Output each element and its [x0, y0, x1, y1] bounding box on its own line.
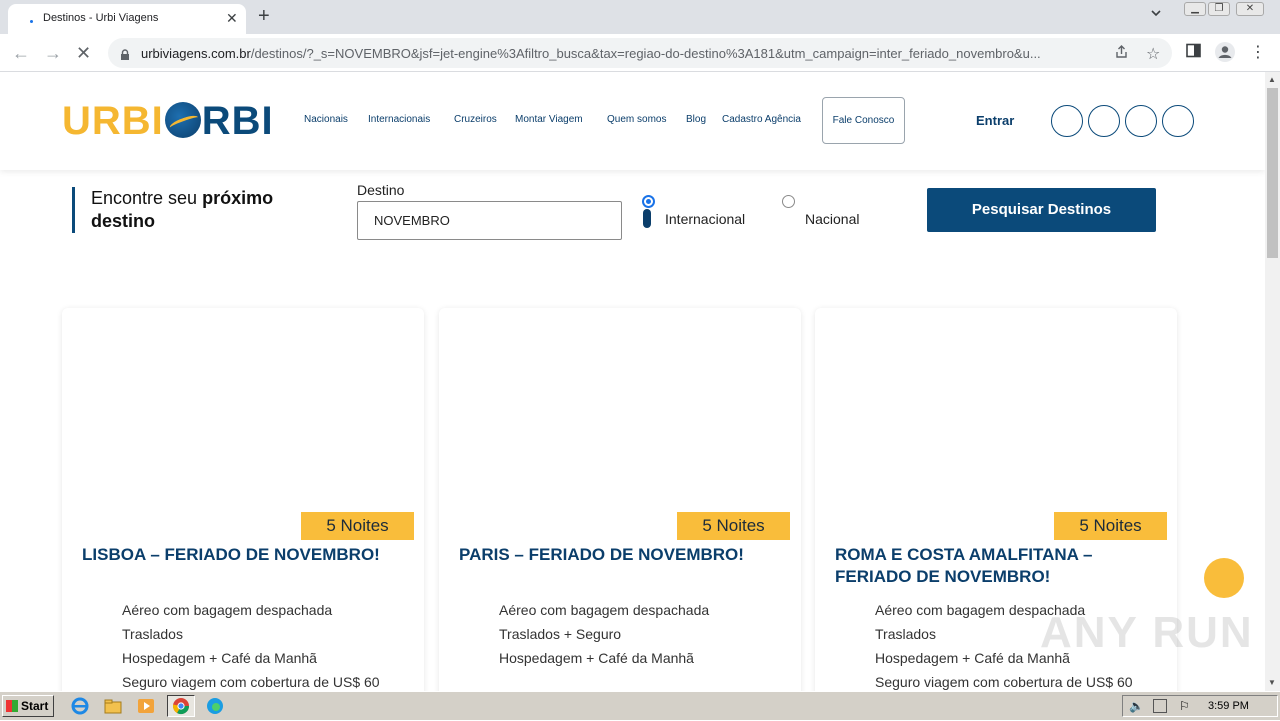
chrome-taskbar-icon[interactable]: [167, 695, 195, 717]
web-page: URBI RBI Nacionais Internacionais Cruzeir…: [0, 72, 1265, 691]
nights-badge: 5 Noites: [1054, 512, 1167, 540]
card-feature: Traslados: [122, 626, 183, 642]
scroll-thumb[interactable]: [1267, 88, 1278, 258]
profile-avatar-icon[interactable]: [1214, 41, 1236, 68]
card-feature: Hospedagem + Café da Manhã: [499, 650, 694, 666]
radio-nacional-label[interactable]: Nacional: [805, 211, 859, 227]
search-heading-prefix: Encontre seu: [91, 188, 203, 208]
start-button[interactable]: Start: [2, 695, 54, 717]
explorer-folder-icon[interactable]: [103, 696, 125, 716]
nav-nacionais[interactable]: Nacionais: [304, 114, 348, 125]
nav-blog[interactable]: Blog: [686, 114, 706, 125]
card-title[interactable]: ROMA E COSTA AMALFITANA – FERIADO DE NOV…: [835, 544, 1165, 588]
card-feature: Traslados + Seguro: [499, 626, 622, 642]
back-icon[interactable]: ←: [12, 43, 30, 63]
scroll-up-icon[interactable]: ▲: [1268, 75, 1276, 84]
lock-icon: [120, 47, 130, 60]
page-scrollbar[interactable]: ▲ ▼: [1265, 72, 1280, 691]
card-feature: Aéreo com bagagem despachada: [122, 602, 333, 618]
nav-cadastro-agencia[interactable]: Cadastro Agência: [722, 114, 801, 125]
browser-toolbar: ← → ✕ urbiviagens.com.br/destinos/?_s=NO…: [0, 34, 1280, 72]
minimize-icon[interactable]: ▁: [1184, 2, 1206, 16]
taskbar-clock: 3:59 PM: [1208, 700, 1249, 712]
side-panel-icon[interactable]: [1186, 43, 1201, 63]
card-feature: Hospedagem + Café da Manhã: [122, 650, 317, 666]
social-icon-1[interactable]: [1051, 105, 1083, 137]
menu-kebab-icon[interactable]: ⋮: [1250, 42, 1266, 62]
destino-input[interactable]: [357, 201, 622, 240]
search-heading: Encontre seu próximo destino: [72, 187, 332, 233]
radio-nacional[interactable]: [782, 195, 795, 208]
card-feature: Aéreo com bagagem despachada: [499, 602, 710, 618]
nav-quem-somos[interactable]: Quem somos: [607, 114, 666, 125]
radio-internacional-label[interactable]: Internacional: [665, 211, 745, 227]
entrar-link[interactable]: Entrar: [976, 113, 1014, 128]
tab-search-chevron-icon[interactable]: [1150, 6, 1162, 24]
bookmark-star-icon[interactable]: ☆: [1146, 44, 1160, 64]
card-feature: Seguro viagem com cobertura de US$ 60: [122, 674, 380, 690]
url-path: /destinos/?_s=NOVEMBRO&jsf=jet-engine%3A…: [250, 46, 1041, 61]
destination-card[interactable]: 5 Noites LISBOA – FERIADO DE NOVEMBRO! A…: [62, 308, 424, 691]
nav-internacionais[interactable]: Internacionais: [368, 114, 430, 125]
social-icon-2[interactable]: [1088, 105, 1120, 137]
card-title[interactable]: PARIS – FERIADO DE NOVEMBRO!: [459, 544, 789, 566]
card-feature: Seguro viagem com cobertura de US$ 60: [875, 674, 1133, 690]
ie-icon[interactable]: [70, 696, 92, 716]
network-icon[interactable]: [1153, 699, 1167, 713]
urbi-orbi-logo[interactable]: URBI RBI: [62, 98, 274, 144]
edge-icon[interactable]: [205, 696, 227, 716]
social-icon-4[interactable]: [1162, 105, 1194, 137]
nav-montar-viagem[interactable]: Montar Viagem: [515, 114, 583, 125]
social-icon-3[interactable]: [1125, 105, 1157, 137]
close-tab-icon[interactable]: ✕: [226, 10, 238, 26]
card-feature: Traslados: [875, 626, 936, 642]
destination-card[interactable]: 5 Noites PARIS – FERIADO DE NOVEMBRO! Aé…: [439, 308, 801, 691]
globe-icon: [164, 102, 201, 138]
stop-loading-icon[interactable]: ✕: [76, 43, 91, 63]
pesquisar-destinos-button[interactable]: Pesquisar Destinos: [927, 188, 1156, 232]
fale-conosco-button[interactable]: Fale Conosco: [822, 97, 905, 144]
address-bar[interactable]: urbiviagens.com.br/destinos/?_s=NOVEMBRO…: [108, 38, 1172, 68]
nights-badge: 5 Noites: [677, 512, 790, 540]
url-text: urbiviagens.com.br/destinos/?_s=NOVEMBRO…: [141, 46, 1106, 61]
logo-text-left: URBI: [62, 99, 164, 143]
media-player-icon[interactable]: [136, 696, 158, 716]
radio-internacional[interactable]: [642, 195, 655, 208]
browser-tab-strip: Destinos - Urbi Viagens ✕ + ▁ ❐ ✕: [0, 0, 1280, 34]
scroll-down-icon[interactable]: ▼: [1268, 678, 1276, 687]
tab-title: Destinos - Urbi Viagens: [43, 12, 159, 24]
nav-cruzeiros[interactable]: Cruzeiros: [454, 114, 497, 125]
destino-label: Destino: [357, 182, 405, 198]
radio-selected-indicator: [643, 209, 651, 228]
logo-text-right: RBI: [201, 99, 274, 143]
volume-icon[interactable]: 🔈: [1129, 699, 1144, 713]
loading-icon: [30, 16, 36, 23]
browser-tab[interactable]: Destinos - Urbi Viagens ✕: [8, 4, 246, 34]
flag-icon[interactable]: ⚐: [1179, 699, 1190, 713]
nights-badge: 5 Noites: [301, 512, 414, 540]
new-tab-icon[interactable]: +: [258, 4, 270, 28]
url-domain: urbiviagens.com.br: [141, 46, 251, 61]
floating-action-button[interactable]: [1204, 558, 1244, 598]
card-title[interactable]: LISBOA – FERIADO DE NOVEMBRO!: [82, 544, 412, 566]
share-icon[interactable]: [1114, 44, 1129, 63]
anyrun-watermark: ANY RUN: [1040, 608, 1254, 657]
maximize-icon[interactable]: ❐: [1208, 2, 1230, 16]
window-close-icon[interactable]: ✕: [1236, 2, 1264, 16]
windows-taskbar: Start 🔈 ⚐ 3:59 PM: [0, 691, 1280, 720]
forward-icon[interactable]: →: [44, 43, 62, 63]
site-header: URBI RBI Nacionais Internacionais Cruzeir…: [0, 72, 1265, 170]
system-tray: 🔈 ⚐: [1122, 695, 1278, 717]
